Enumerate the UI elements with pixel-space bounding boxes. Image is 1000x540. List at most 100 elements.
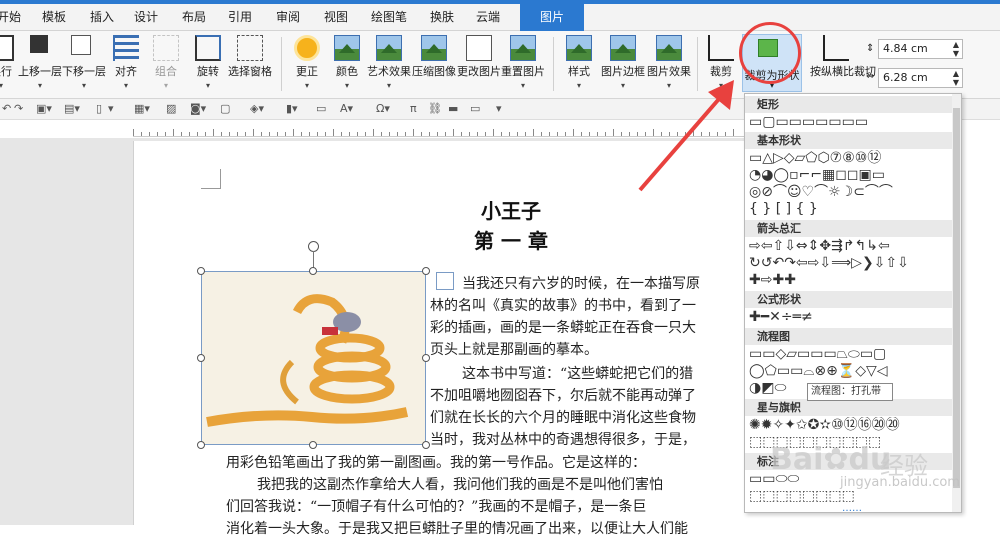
screenshot-icon[interactable]: ◙▾ — [190, 101, 206, 117]
para-line: 林的名叫《真实的故事》的书中，看到了一 — [430, 298, 696, 314]
ruler-tick — [541, 132, 542, 136]
ruler-tick — [525, 132, 526, 136]
comment-icon[interactable]: ▭ — [470, 101, 480, 117]
shapes-icon[interactable]: ▢ — [220, 101, 230, 117]
gallery-row[interactable]: ✺✹✧✦✩✪✫⑩⑫⑯⑳⑳ — [749, 417, 953, 434]
customize-icon[interactable]: ▾ — [496, 101, 502, 117]
gallery-row[interactable]: ◎⊘⌒☺♡⌒☼☽⊂⌒⌒ — [749, 184, 953, 201]
gallery-row[interactable]: ✚⇨✚✚ — [749, 272, 953, 289]
width-spinner[interactable]: 6.28 cm ▲ ▼ — [878, 68, 963, 88]
ruler-tick — [597, 132, 598, 136]
gallery-row[interactable]: ⇨⇦⇧⇩⇔⇕✥⇶↱↰↳⇦ — [749, 238, 953, 255]
compress-pictures-button[interactable]: 压缩图像 — [412, 31, 456, 99]
ruler-tick — [477, 132, 478, 136]
tab-design[interactable]: 设计 — [128, 4, 164, 31]
resize-handle[interactable] — [422, 441, 430, 449]
height-spinner[interactable]: 4.84 cm ▲ ▼ — [878, 39, 963, 59]
link-icon[interactable]: ⛓ — [428, 101, 442, 117]
ruler-tick — [237, 132, 238, 136]
gallery-row[interactable]: { } [ ] { } — [749, 201, 953, 218]
tab-layout[interactable]: 布局 — [176, 4, 212, 31]
resize-handle[interactable] — [197, 354, 205, 362]
tab-cloud[interactable]: 云端 — [470, 4, 506, 31]
scrollbar-thumb[interactable] — [953, 108, 960, 488]
more-icon[interactable]: ▾ — [108, 101, 114, 117]
resize-handle[interactable] — [197, 267, 205, 275]
ruler-tick — [269, 132, 270, 136]
ruler-tick — [613, 129, 614, 136]
tab-skin[interactable]: 换肤 — [424, 4, 460, 31]
smartart-icon[interactable]: ◈▾ — [250, 101, 264, 117]
reset-picture-button[interactable]: 重置图片 ▾ — [500, 31, 546, 99]
tab-template[interactable]: 模板 — [36, 4, 72, 31]
symbol-icon[interactable]: Ω▾ — [376, 101, 390, 117]
print-icon[interactable]: ▤▾ — [64, 101, 80, 117]
ruler-tick — [405, 132, 406, 136]
picture-styles-button[interactable]: 样式 ▾ — [562, 31, 596, 99]
ruler-tick — [205, 132, 206, 136]
corrections-button[interactable]: 更正 ▾ — [290, 31, 324, 99]
ruler-tick — [437, 132, 438, 136]
tab-picture[interactable]: 图片 — [520, 4, 584, 31]
wordart-icon[interactable]: A▾ — [340, 101, 353, 117]
tab-insert[interactable]: 插入 — [84, 4, 120, 31]
gallery-row[interactable]: ▭▭◇▱▭▭▭⏢⬭▭▢ — [749, 346, 953, 363]
doc-title: 小王子 — [481, 199, 541, 223]
resize-handle[interactable] — [309, 267, 317, 275]
change-picture-button[interactable]: 更改图片 — [456, 31, 502, 99]
wrap-text-button[interactable]: 换行▾ — [0, 31, 16, 99]
redo-icon[interactable]: ↷ — [14, 101, 23, 117]
ruler-tick — [301, 132, 302, 136]
color-button[interactable]: 颜色 ▾ — [330, 31, 364, 99]
gallery-row[interactable]: ◔◕◯▫⌐⌐▦◻◻▣▭ — [749, 167, 953, 184]
gallery-row[interactable]: ✚━✕÷═≠ — [749, 309, 953, 326]
save-icon[interactable]: ▣▾ — [36, 101, 52, 117]
undo-icon[interactable]: ↶ — [2, 101, 11, 117]
gallery-scrollbar[interactable] — [952, 94, 961, 512]
ruler-tick — [157, 132, 158, 136]
bring-forward-button[interactable]: 上移一层 ▾ — [18, 31, 62, 99]
gallery-row[interactable]: ↻↺↶↷⇦⇨⇩⟹▷❯⇩⇧⇩ — [749, 255, 953, 272]
crop-aspect-ratio-button[interactable]: 按纵横比裁切 — [810, 31, 876, 99]
resize-handle[interactable] — [422, 267, 430, 275]
ruler-tick — [485, 132, 486, 136]
gallery-row[interactable]: ◯⬠▭▭⌓⊗⊕⏳◇▽◁ — [749, 363, 953, 380]
tab-home[interactable]: 开始 — [0, 4, 24, 31]
resize-handle[interactable] — [197, 441, 205, 449]
tab-review[interactable]: 审阅 — [270, 4, 306, 31]
textbox-icon[interactable]: ▭ — [316, 101, 326, 117]
resize-handle[interactable] — [422, 354, 430, 362]
bookmark-icon[interactable]: ▬ — [448, 101, 458, 117]
tab-references[interactable]: 引用 — [222, 4, 258, 31]
ruler-tick — [589, 132, 590, 136]
group-button[interactable]: 组合 ▾ — [148, 31, 184, 99]
table-icon[interactable]: ▦▾ — [134, 101, 150, 117]
ruler-tick — [573, 129, 574, 136]
ruler-tick — [173, 129, 174, 136]
ruler-tick — [181, 132, 182, 136]
ruler-tick — [549, 132, 550, 136]
gallery-row[interactable]: ▭△▷◇▱⬠⬡⑦⑧⑩⑫ — [749, 150, 953, 167]
gallery-section-stars: 星与旗帜 — [745, 399, 953, 416]
picture-effects-icon — [656, 35, 682, 61]
tab-view[interactable]: 视图 — [318, 4, 354, 31]
selected-picture[interactable] — [201, 271, 426, 445]
gallery-more[interactable]: …… — [842, 503, 862, 514]
artistic-effects-button[interactable]: 艺术效果 ▾ — [366, 31, 412, 99]
chart-icon[interactable]: ▮▾ — [286, 101, 298, 117]
layout-options-icon[interactable] — [436, 272, 454, 290]
tab-drawing-pen[interactable]: 绘图笔 — [366, 4, 412, 31]
picture-icon[interactable]: ▨ — [166, 101, 176, 117]
send-backward-button[interactable]: 下移一层 ▾ — [62, 31, 106, 99]
page-icon[interactable]: ▯ — [96, 101, 102, 117]
resize-handle[interactable] — [309, 441, 317, 449]
rotate-button[interactable]: 旋转 ▾ — [190, 31, 226, 99]
ruler-tick — [453, 129, 454, 136]
gallery-row[interactable]: ▭▢▭▭▭▭▭▭▭ — [749, 114, 953, 131]
ruler-tick — [229, 132, 230, 136]
ruler-tick — [253, 129, 254, 136]
equation-icon[interactable]: π — [410, 101, 417, 117]
align-button[interactable]: 对齐 ▾ — [108, 31, 144, 99]
selection-pane-button[interactable]: 选择窗格 — [226, 31, 274, 99]
ruler-tick — [533, 129, 534, 136]
